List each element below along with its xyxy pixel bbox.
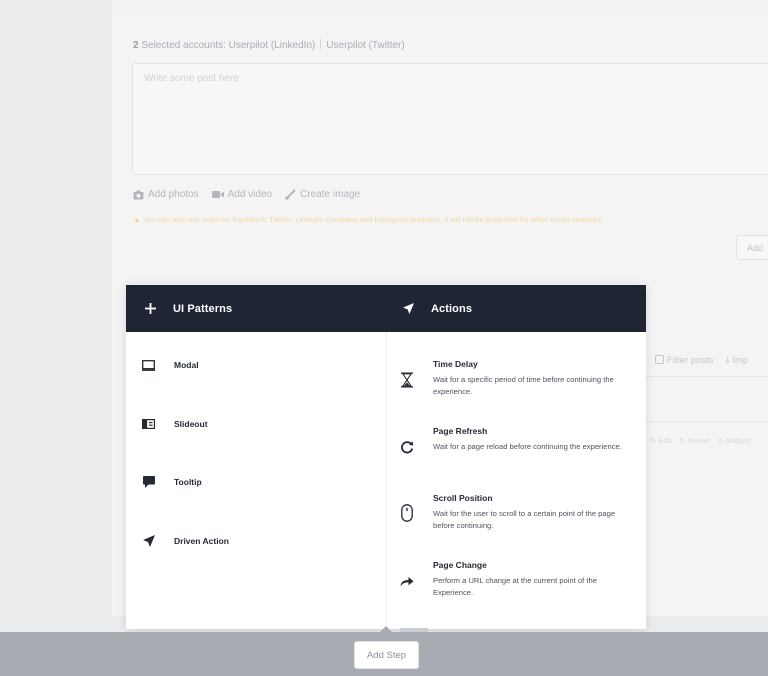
action-description: Wait for the user to scroll to a certain… <box>433 509 616 530</box>
share-arrow-icon <box>400 573 414 589</box>
warning-icon: ▲ <box>133 215 141 224</box>
action-title: Page Change <box>433 560 487 570</box>
top-strip <box>112 0 768 16</box>
action-title: Time Delay <box>433 359 478 369</box>
slideout-icon <box>142 418 155 431</box>
pattern-label: Tooltip <box>174 477 202 487</box>
hourglass-icon <box>400 372 414 388</box>
selected-label: Selected accounts: <box>141 40 226 51</box>
add-step-button[interactable]: Add Step <box>354 641 419 669</box>
add-photos-button[interactable]: Add photos <box>133 189 199 200</box>
list-divider <box>646 421 768 422</box>
list-divider <box>646 376 768 377</box>
row-actions: ✎ Edit ↻ Reuse ◷ Multiply <box>650 436 751 445</box>
action-title: Page Refresh <box>433 426 488 436</box>
brush-icon <box>285 189 296 200</box>
selected-count: 2 <box>133 40 139 51</box>
driven-action-icon <box>142 535 155 548</box>
action-description: Perform a URL change at the current poin… <box>433 576 597 597</box>
media-toolbar: Add photos Add video Create image <box>133 189 360 200</box>
navigation-arrow-icon <box>401 302 415 316</box>
checkbox-icon <box>655 355 664 364</box>
import-button[interactable]: ⤓ Imp <box>725 355 748 366</box>
mouse-icon <box>400 504 414 522</box>
reuse-label: Reuse <box>687 436 710 445</box>
pattern-label: Driven Action <box>174 536 229 546</box>
pattern-label: Modal <box>174 360 199 370</box>
tooltip-icon <box>142 476 155 489</box>
popup-header: UI Patterns Actions <box>126 285 646 332</box>
pattern-modal[interactable]: Modal <box>126 349 384 381</box>
video-warning: ▲ You can add one video for Facebook, Twi… <box>133 215 603 224</box>
pattern-tooltip[interactable]: Tooltip <box>126 466 384 498</box>
actions-title: Actions <box>431 302 473 315</box>
action-page-change[interactable]: Page Change Perform a URL change at the … <box>387 560 646 620</box>
caret-pointer <box>380 626 392 632</box>
account-twitter[interactable]: Userpilot (Twitter) <box>326 40 404 51</box>
refresh-icon <box>400 439 414 455</box>
add-post-button[interactable]: Add <box>736 235 768 260</box>
plus-icon <box>143 302 157 316</box>
warning-text: You can add one video for Facebook, Twit… <box>143 215 604 224</box>
filter-toolbar: Filter posts ⤓ Imp <box>655 355 748 366</box>
filter-posts-label: Filter posts <box>667 355 714 366</box>
create-image-label: Create image <box>300 189 361 200</box>
selected-accounts: 2 Selected accounts: Userpilot (LinkedIn… <box>133 39 405 51</box>
action-page-refresh[interactable]: Page Refresh Wait for a page reload befo… <box>387 426 646 486</box>
action-time-delay[interactable]: Time Delay Wait for a specific period of… <box>387 359 646 419</box>
tab-ui-patterns[interactable]: UI Patterns <box>126 285 386 332</box>
ui-patterns-title: UI Patterns <box>173 302 233 315</box>
video-camera-icon <box>211 191 224 198</box>
account-linkedin[interactable]: Userpilot (LinkedIn) <box>229 40 316 51</box>
add-video-label: Add video <box>227 189 273 200</box>
multiply-label: Multiply <box>726 436 752 445</box>
post-input[interactable] <box>133 64 768 174</box>
tab-actions[interactable]: Actions <box>386 285 646 332</box>
reuse-action[interactable]: ↻ Reuse <box>679 436 709 445</box>
action-scroll-position[interactable]: Scroll Position Wait for the user to scr… <box>387 493 646 553</box>
pattern-label: Slideout <box>174 419 208 429</box>
multiply-action[interactable]: ◷ Multiply <box>717 436 751 445</box>
add-photos-label: Add photos <box>148 189 199 200</box>
separator <box>320 39 322 49</box>
add-step-popup: UI Patterns Actions Modal Slideout Toolt… <box>126 285 646 629</box>
pattern-slideout[interactable]: Slideout <box>126 408 384 440</box>
post-box <box>132 63 768 175</box>
camera-icon <box>133 190 144 199</box>
download-icon: ⤓ <box>725 355 730 366</box>
pattern-driven-action[interactable]: Driven Action <box>126 525 384 557</box>
edit-action[interactable]: ✎ Edit <box>650 436 671 445</box>
edit-label: Edit <box>658 436 672 445</box>
filter-posts-checkbox[interactable]: Filter posts <box>655 355 713 366</box>
action-description: Wait for a page reload before continuing… <box>433 442 622 451</box>
add-video-button[interactable]: Add video <box>211 189 273 200</box>
action-title: Scroll Position <box>433 493 493 503</box>
create-image-button[interactable]: Create image <box>285 189 360 200</box>
modal-icon <box>142 359 155 372</box>
import-label: Imp <box>732 355 749 366</box>
action-description: Wait for a specific period of time befor… <box>433 375 614 396</box>
